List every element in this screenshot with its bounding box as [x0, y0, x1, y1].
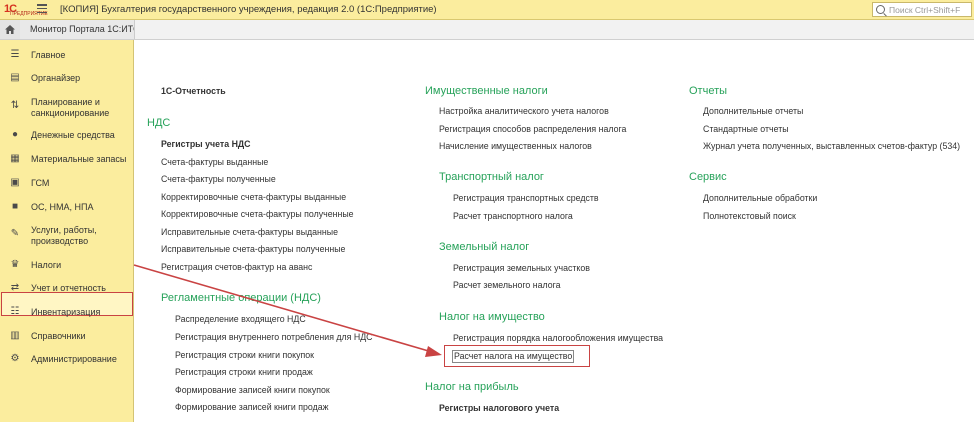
- sidebar-item-fixed-assets[interactable]: ■ ОС, НМА, НПА: [0, 201, 134, 214]
- service-link[interactable]: Дополнительные обработки: [703, 193, 817, 203]
- sidebar-item-label: ГСМ: [31, 178, 50, 188]
- sidebar-item-label: Планирование и санкционирование: [31, 97, 110, 118]
- nds-link[interactable]: Корректировочные счета-фактуры полученны…: [161, 209, 354, 219]
- service-link[interactable]: Полнотекстовый поиск: [703, 211, 796, 221]
- money-icon: ●: [11, 129, 19, 140]
- nds-link[interactable]: Корректировочные счета-фактуры выданные: [161, 192, 346, 202]
- title-bar: 1С ПРЕДПРИЯТИЕ [КОПИЯ] Бухгалтерия госуд…: [0, 0, 974, 20]
- reporting-link[interactable]: 1С-Отчетность: [161, 86, 226, 96]
- nds-link[interactable]: Счета-фактуры полученные: [161, 174, 276, 184]
- sidebar: ☰ Главное ▤ Органайзер ⇅ Планирование и …: [0, 40, 134, 422]
- transport-tax-header: Транспортный налог: [439, 171, 544, 183]
- estate-link[interactable]: Регистрация порядка налогообложения имущ…: [453, 333, 663, 343]
- estate-tax-calculation-link[interactable]: Расчет налога на имущество: [454, 351, 572, 361]
- sidebar-item-label: Справочники: [31, 331, 86, 341]
- nds-link[interactable]: Исправительные счета-фактуры полученные: [161, 244, 345, 254]
- sidebar-item-directories[interactable]: ▥ Справочники: [0, 330, 134, 343]
- home-icon: [5, 25, 15, 34]
- property-link[interactable]: Начисление имущественных налогов: [439, 141, 592, 151]
- sidebar-item-label: Инвентаризация: [31, 307, 101, 317]
- sidebar-item-label: Налоги: [31, 260, 62, 270]
- materials-icon: ▦: [10, 153, 20, 164]
- nds-registers-link[interactable]: Регистры учета НДС: [161, 139, 251, 149]
- home-tab[interactable]: [0, 20, 21, 39]
- inventory-icon: ☷: [10, 306, 20, 317]
- routine-link[interactable]: Регистрация внутреннего потребления для …: [175, 332, 373, 342]
- book-icon: ▥: [10, 330, 20, 341]
- gear-icon: ⚙: [10, 353, 20, 364]
- property-link[interactable]: Настройка аналитического учета налогов: [439, 106, 609, 116]
- eagle-icon: ♛: [10, 259, 20, 270]
- sidebar-item-inventory[interactable]: ☷ Инвентаризация: [0, 306, 134, 319]
- sidebar-item-fuel[interactable]: ▣ ГСМ: [0, 177, 134, 190]
- app-title: [КОПИЯ] Бухгалтерия государственного учр…: [60, 4, 437, 15]
- tab-portal-monitor-label: Монитор Портала 1С:ИТС: [30, 24, 135, 34]
- organizer-icon: ▤: [10, 72, 20, 83]
- search-input[interactable]: Поиск Ctrl+Shift+F: [872, 2, 972, 17]
- fuel-icon: ▣: [10, 177, 20, 188]
- sidebar-item-materials[interactable]: ▦ Материальные запасы: [0, 153, 134, 166]
- property-taxes-header: Имущественные налоги: [425, 85, 548, 97]
- sidebar-item-planning[interactable]: ⇅ Планирование и санкционирование: [0, 96, 134, 120]
- reports-link[interactable]: Стандартные отчеты: [703, 124, 789, 134]
- planning-icon: ⇅: [10, 100, 20, 111]
- estate-tax-header: Налог на имущество: [439, 311, 545, 323]
- land-tax-header: Земельный налог: [439, 241, 530, 253]
- nds-link[interactable]: Счета-фактуры выданные: [161, 157, 268, 167]
- sidebar-item-administration[interactable]: ⚙ Администрирование: [0, 353, 134, 366]
- accounting-icon: ⇄: [10, 282, 20, 293]
- service-header: Сервис: [689, 171, 727, 183]
- land-link[interactable]: Расчет земельного налога: [453, 280, 561, 290]
- sidebar-item-label: Денежные средства: [31, 130, 115, 140]
- transport-link[interactable]: Регистрация транспортных средств: [453, 193, 599, 203]
- reports-link[interactable]: Дополнительные отчеты: [703, 106, 803, 116]
- truck-icon: ■: [11, 201, 19, 212]
- search-placeholder: Поиск Ctrl+Shift+F: [889, 5, 961, 15]
- sidebar-item-label: Органайзер: [31, 73, 81, 83]
- routine-link[interactable]: Формирование записей книги продаж: [175, 402, 329, 412]
- sidebar-item-label: Услуги, работы, производство: [31, 225, 97, 246]
- routine-link[interactable]: Формирование записей книги покупок: [175, 385, 330, 395]
- hamburger-menu-icon[interactable]: [37, 4, 47, 14]
- nds-header: НДС: [147, 117, 171, 129]
- land-link[interactable]: Регистрация земельных участков: [453, 263, 590, 273]
- reports-link[interactable]: Журнал учета полученных, выставленных сч…: [703, 141, 960, 151]
- sidebar-item-taxes[interactable]: ♛ Налоги: [0, 259, 134, 272]
- sidebar-item-label: Администрирование: [31, 354, 117, 364]
- routine-operations-header: Регламентные операции (НДС): [161, 292, 321, 304]
- profit-tax-header: Налог на прибыль: [425, 381, 519, 393]
- sidebar-item-label: Материальные запасы: [31, 154, 127, 164]
- tab-bar: Монитор Портала 1С:ИТС: [0, 20, 974, 40]
- sidebar-item-label: Главное: [31, 50, 66, 60]
- list-icon: ☰: [10, 49, 20, 60]
- tax-registers-link[interactable]: Регистры налогового учета: [439, 403, 559, 413]
- services-icon: ✎: [10, 228, 20, 239]
- sidebar-item-services[interactable]: ✎ Услуги, работы, производство: [0, 224, 134, 248]
- sidebar-item-money[interactable]: ● Денежные средства: [0, 129, 134, 142]
- routine-link[interactable]: Распределение входящего НДС: [175, 314, 306, 324]
- routine-link[interactable]: Регистрация строки книги покупок: [175, 350, 314, 360]
- reports-header: Отчеты: [689, 85, 728, 97]
- property-link[interactable]: Регистрация способов распределения налог…: [439, 124, 626, 134]
- sidebar-item-label: ОС, НМА, НПА: [31, 202, 94, 212]
- sidebar-item-label: Учет и отчетность: [31, 283, 106, 293]
- routine-link[interactable]: Регистрация строки книги продаж: [175, 367, 313, 377]
- search-icon: [876, 5, 885, 14]
- sidebar-item-accounting[interactable]: ⇄ Учет и отчетность: [0, 282, 134, 295]
- transport-link[interactable]: Расчет транспортного налога: [453, 211, 573, 221]
- nds-link[interactable]: Исправительные счета-фактуры выданные: [161, 227, 338, 237]
- tab-portal-monitor[interactable]: Монитор Портала 1С:ИТС: [20, 20, 135, 39]
- nds-link[interactable]: Регистрация счетов-фактур на аванс: [161, 262, 312, 272]
- sidebar-item-organizer[interactable]: ▤ Органайзер: [0, 72, 134, 85]
- sidebar-item-main[interactable]: ☰ Главное: [0, 49, 134, 62]
